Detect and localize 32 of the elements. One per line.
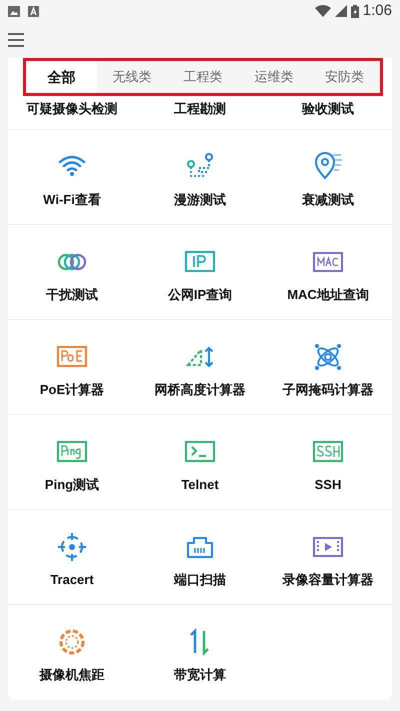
tool-label[interactable]: 录像容量计算器 <box>282 570 374 589</box>
text-icon <box>28 6 39 16</box>
tool-label[interactable]: 公网IP查询 <box>168 285 232 304</box>
tool-label[interactable]: PoE计算器 <box>40 380 104 399</box>
tool-label[interactable]: Tracert <box>50 570 94 589</box>
menu-icon[interactable] <box>8 33 24 47</box>
tool-label[interactable]: 摄像机焦距 <box>40 665 104 684</box>
tool-label[interactable]: 可疑摄像头检测 <box>26 99 118 118</box>
image-icon <box>8 6 20 16</box>
tool-label[interactable]: Ping测试 <box>44 475 100 494</box>
tool-label[interactable]: 带宽计算 <box>174 665 226 684</box>
tool-label[interactable]: 子网掩码计算器 <box>282 380 374 399</box>
tool-label[interactable]: 衰减测试 <box>302 190 354 209</box>
signal-icon <box>334 5 347 17</box>
network-orbit-icon <box>313 342 343 372</box>
tool-label[interactable]: 端口扫描 <box>174 570 226 589</box>
aperture-icon <box>57 627 87 657</box>
wifi-icon <box>314 5 331 17</box>
location-pin-icon <box>313 152 343 182</box>
tool-label[interactable]: 干扰测试 <box>46 285 98 304</box>
tool-label[interactable]: 验收测试 <box>302 99 354 118</box>
tool-label[interactable]: Telnet <box>181 475 219 494</box>
category-tab[interactable]: 全部 <box>26 61 97 93</box>
tool-label[interactable]: 工程勘测 <box>174 99 226 118</box>
clock-time: 1:06 <box>362 0 392 21</box>
tool-label[interactable]: MAC地址查询 <box>287 285 369 304</box>
tool-label[interactable]: 漫游测试 <box>174 190 226 209</box>
tool-label[interactable]: SSH <box>314 475 342 494</box>
crosshair-icon <box>57 532 87 562</box>
tool-label[interactable]: 网桥高度计算器 <box>154 380 246 399</box>
battery-icon <box>350 4 359 18</box>
tool-label[interactable]: Wi-Fi查看 <box>43 190 101 209</box>
